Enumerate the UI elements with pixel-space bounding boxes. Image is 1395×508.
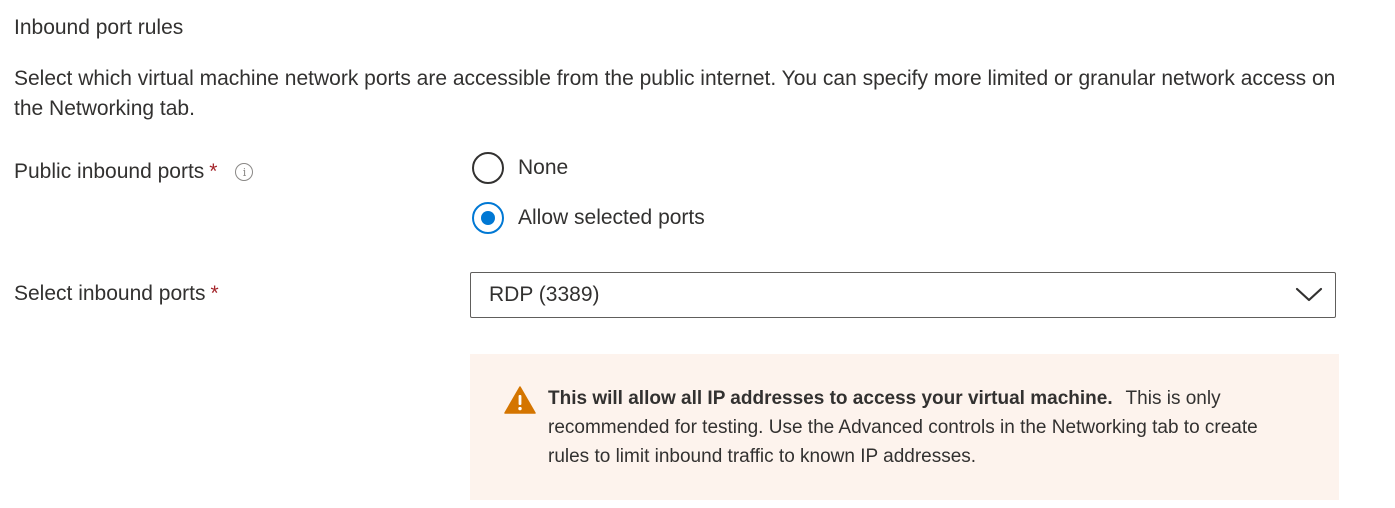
warning-message-bar: This will allow all IP addresses to acce… — [470, 354, 1339, 500]
chevron-down-icon[interactable] — [1289, 275, 1329, 315]
required-indicator: * — [209, 160, 218, 183]
radio-button-none[interactable] — [472, 152, 504, 184]
section-title: Inbound port rules — [14, 16, 184, 39]
select-inbound-ports-label: Select inbound ports * — [14, 282, 219, 306]
warning-icon — [504, 386, 536, 414]
radio-option-none[interactable]: None — [472, 150, 705, 186]
section-description: Select which virtual machine network por… — [14, 67, 1336, 120]
radio-label-none: None — [518, 156, 569, 179]
warning-text: This will allow all IP addresses to acce… — [548, 384, 1299, 471]
public-inbound-ports-label: Public inbound ports * — [14, 160, 254, 184]
public-inbound-ports-radio-group: None Allow selected ports — [472, 150, 705, 250]
inbound-ports-dropdown[interactable]: RDP (3389) — [470, 272, 1336, 318]
warning-bold-text: This will allow all IP addresses to acce… — [548, 388, 1113, 409]
field-label-text: Public inbound ports — [14, 160, 205, 183]
field-label-text: Select inbound ports — [14, 282, 206, 305]
radio-label-allow-selected-ports: Allow selected ports — [518, 206, 705, 229]
info-icon[interactable] — [235, 163, 254, 181]
radio-option-allow-selected-ports[interactable]: Allow selected ports — [472, 200, 705, 236]
radio-button-allow-selected-ports[interactable] — [472, 202, 504, 234]
required-indicator: * — [210, 282, 219, 305]
dropdown-selected-value: RDP (3389) — [489, 283, 600, 306]
